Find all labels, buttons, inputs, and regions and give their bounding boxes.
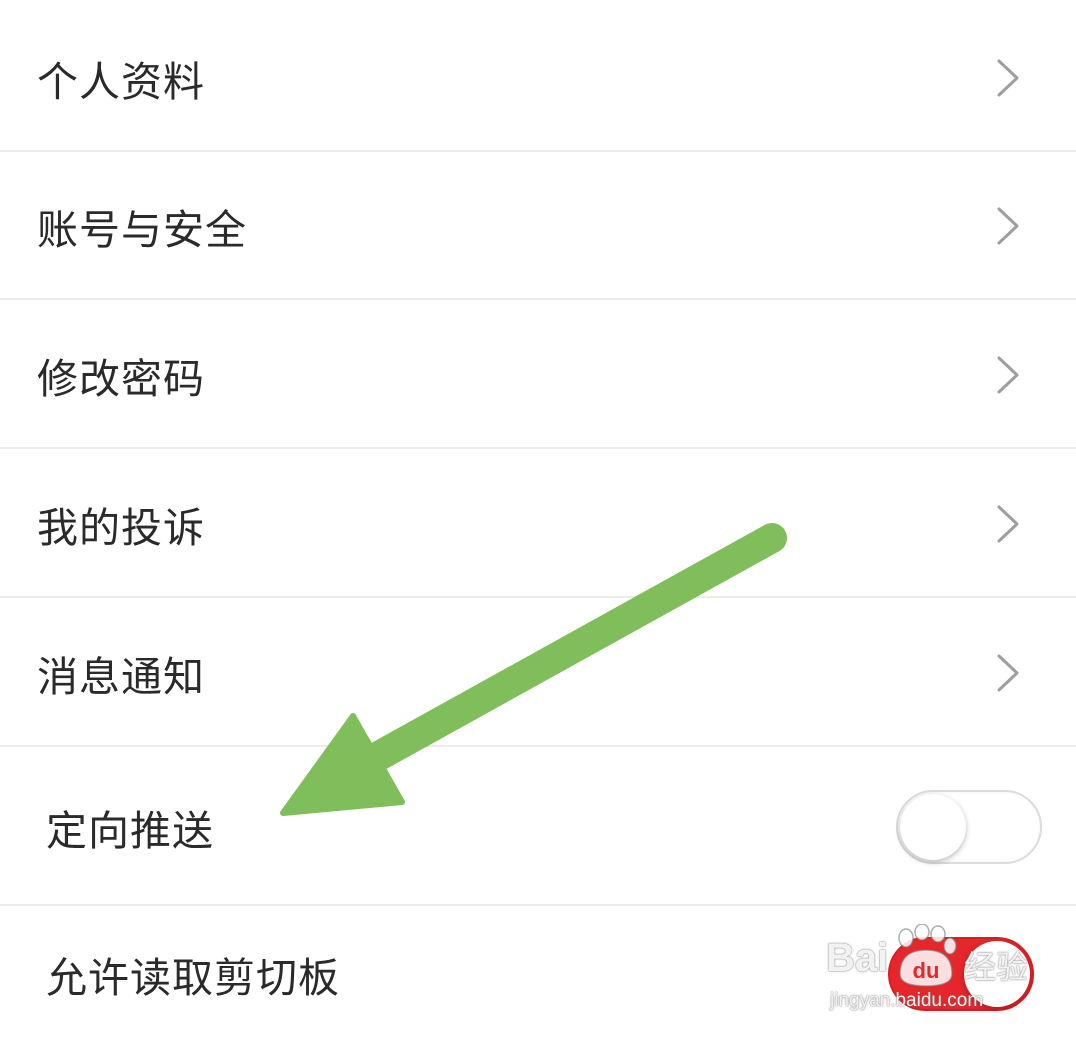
chevron-right-icon xyxy=(997,207,1019,245)
settings-item-label: 定向推送 xyxy=(46,807,214,855)
settings-item-change-password[interactable]: 修改密码 xyxy=(0,301,1076,449)
settings-item-label: 消息通知 xyxy=(37,653,205,701)
settings-item-my-complaints[interactable]: 我的投诉 xyxy=(0,450,1076,598)
chevron-right-icon xyxy=(997,505,1019,543)
toggle-knob xyxy=(900,794,966,860)
settings-item-label: 个人资料 xyxy=(37,58,205,106)
settings-item-profile[interactable]: 个人资料 xyxy=(0,4,1076,152)
settings-item-targeted-push: 定向推送 xyxy=(0,748,1076,906)
settings-item-label: 我的投诉 xyxy=(37,504,205,552)
settings-item-label: 账号与安全 xyxy=(37,206,247,254)
divider xyxy=(0,745,1076,747)
settings-item-account-security[interactable]: 账号与安全 xyxy=(0,152,1076,300)
divider xyxy=(0,596,1076,598)
toggle-knob xyxy=(964,940,1030,1007)
settings-item-notifications[interactable]: 消息通知 xyxy=(0,599,1076,747)
settings-item-clipboard-access: 允许读取剪切板 xyxy=(0,907,1076,1040)
settings-item-label: 修改密码 xyxy=(37,355,205,403)
settings-item-label: 允许读取剪切板 xyxy=(46,953,340,1002)
clipboard-access-toggle[interactable] xyxy=(888,936,1034,1011)
divider xyxy=(0,298,1076,300)
targeted-push-toggle[interactable] xyxy=(896,790,1042,864)
chevron-right-icon xyxy=(997,356,1019,394)
chevron-right-icon xyxy=(997,654,1019,692)
chevron-right-icon xyxy=(997,59,1019,97)
divider xyxy=(0,447,1076,449)
divider xyxy=(0,904,1076,906)
settings-list: 个人资料 账号与安全 修改密码 我的投诉 消息通知 定向推送 允许读取剪切板 xyxy=(0,0,1076,1040)
